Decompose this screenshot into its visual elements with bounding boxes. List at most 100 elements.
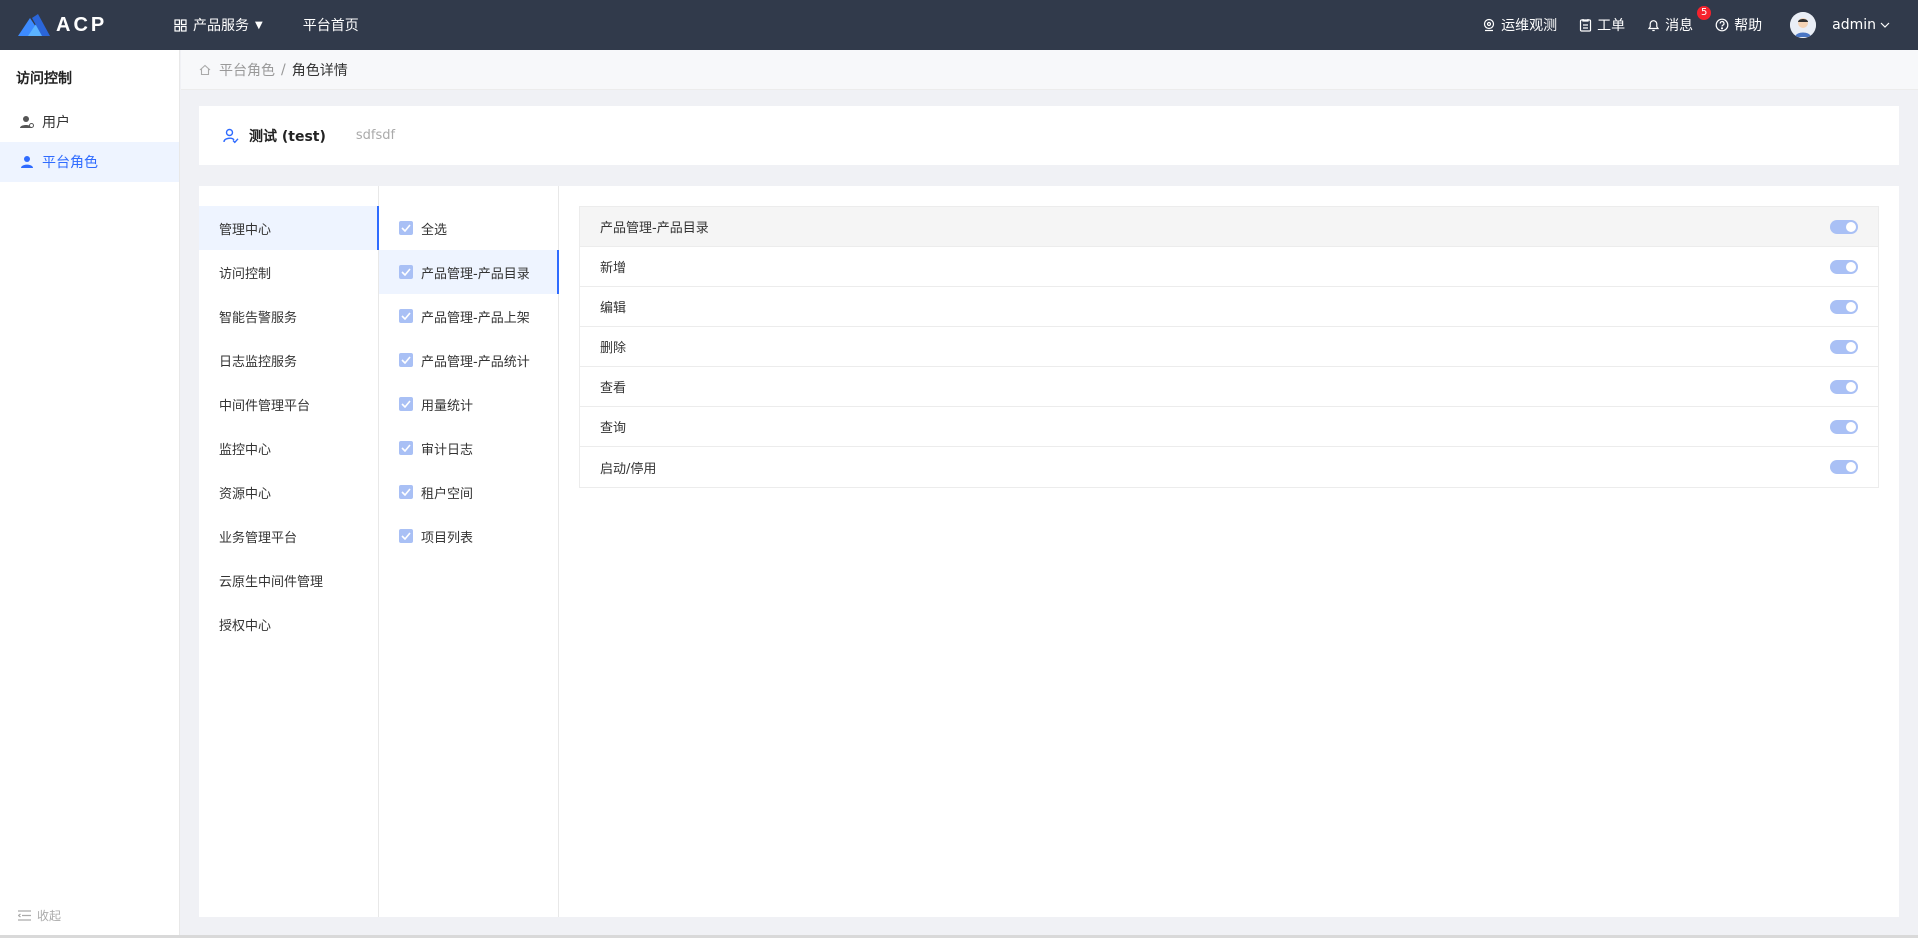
permission-label: 启动/停用 [600,461,657,477]
module-item[interactable]: 产品管理-产品上架 [379,294,558,338]
permission-row: 编辑 [580,287,1878,327]
module-label: 产品管理-产品统计 [421,354,530,370]
permission-toggle-all[interactable] [1830,219,1858,234]
bell-icon [1647,18,1660,32]
logo[interactable]: ACP [18,14,158,37]
messages-link[interactable]: 消息 5 [1647,6,1712,35]
question-circle-icon [1715,18,1729,32]
ticket-label: 工单 [1597,18,1626,34]
permission-header-row: 产品管理-产品目录 [580,207,1878,247]
permission-toggle[interactable] [1830,460,1858,474]
checkbox-checked-icon[interactable] [399,529,413,543]
module-label: 全选 [421,222,448,238]
sidebar-item-platform-roles-label: 平台角色 [42,155,98,171]
category-item[interactable]: 资源中心 [199,470,378,514]
user-avatar[interactable] [1790,12,1817,38]
permission-toggle[interactable] [1830,419,1858,434]
sidebar-item-users-label: 用户 [42,115,70,131]
logo-text: ACP [56,13,108,36]
breadcrumb-current: 角色详情 [291,62,348,79]
permission-row: 启动/停用 [580,447,1878,487]
sidebar-item-users[interactable]: 用户 [0,102,179,142]
module-label: 租户空间 [421,486,474,502]
module-item[interactable]: 产品管理-产品统计 [379,338,558,382]
top-navbar: ACP 产品服务 ▼ 平台首页 运维观测 工单 消息 5 帮助 admin [0,0,1918,50]
category-item[interactable]: 监控中心 [199,426,378,470]
permission-label: 编辑 [600,301,627,316]
module-label: 产品管理-产品上架 [421,310,530,326]
ops-observe-label: 运维观测 [1501,18,1558,34]
checkbox-checked-icon[interactable] [399,441,413,455]
nav-product-services[interactable]: 产品服务 ▼ [174,15,263,35]
category-item[interactable]: 访问控制 [199,250,378,294]
permission-detail: 产品管理-产品目录 新增 编辑 删除 查看 查询 启动/停用 [559,186,1899,917]
permission-label: 新增 [600,261,627,276]
module-item[interactable]: 产品管理-产品目录 [379,250,559,294]
logo-mark-icon [18,14,50,36]
ops-observe-link[interactable]: 运维观测 [1482,15,1557,35]
chevron-down-icon[interactable] [1880,19,1890,32]
breadcrumb: 平台角色 / 角色详情 [181,50,1918,90]
top-right-actions: 运维观测 工单 消息 5 帮助 admin [1460,6,1890,38]
messages-label: 消息 [1665,18,1694,34]
module-item[interactable]: 用量统计 [379,382,558,426]
category-item[interactable]: 管理中心 [199,206,379,250]
module-label: 审计日志 [421,442,474,458]
permission-label: 查看 [600,381,627,396]
permission-label: 删除 [600,341,627,356]
permission-toggle[interactable] [1830,339,1858,354]
module-item[interactable]: 租户空间 [379,470,558,514]
category-list: 管理中心 访问控制 智能告警服务 日志监控服务 中间件管理平台 监控中心 资源中… [199,186,379,917]
ticket-link[interactable]: 工单 [1579,15,1625,35]
permission-panel: 管理中心 访问控制 智能告警服务 日志监控服务 中间件管理平台 监控中心 资源中… [199,186,1899,917]
checkbox-checked-icon[interactable] [399,485,413,499]
nav-platform-home-label: 平台首页 [302,18,359,34]
messages-count-badge: 5 [1697,6,1712,20]
module-label: 用量统计 [421,398,474,414]
checkbox-checked-icon[interactable] [399,353,413,367]
category-item[interactable]: 智能告警服务 [199,294,378,338]
checkbox-checked-icon[interactable] [399,221,413,235]
checkbox-checked-icon[interactable] [399,397,413,411]
help-label: 帮助 [1734,18,1763,34]
permission-table: 产品管理-产品目录 新增 编辑 删除 查看 查询 启动/停用 [579,206,1879,488]
nav-platform-home[interactable]: 平台首页 [303,15,359,35]
clipboard-icon [1579,18,1592,32]
permission-toggle[interactable] [1830,299,1858,314]
home-icon[interactable] [199,64,211,76]
permission-row: 删除 [580,327,1878,367]
caret-down-icon: ▼ [255,19,263,31]
checkbox-checked-icon[interactable] [399,265,413,279]
permission-row: 查看 [580,367,1878,407]
module-item[interactable]: 项目列表 [379,514,558,558]
nav-product-services-label: 产品服务 [193,18,249,34]
category-item[interactable]: 授权中心 [199,602,378,646]
category-item[interactable]: 业务管理平台 [199,514,378,558]
breadcrumb-parent-link[interactable]: 平台角色 [219,60,275,80]
permission-toggle[interactable] [1830,259,1858,274]
sidebar: 访问控制 用户 平台角色 收起 [0,50,180,938]
sidebar-title: 访问控制 [16,71,72,87]
sidebar-item-platform-roles[interactable]: 平台角色 [0,142,179,182]
checkbox-checked-icon[interactable] [399,309,413,323]
user-role-icon [20,155,34,169]
permission-row: 新增 [580,247,1878,287]
permission-label: 查询 [600,421,627,436]
category-item[interactable]: 云原生中间件管理 [199,558,378,602]
permission-row: 查询 [580,407,1878,447]
role-header-card: 测试 (test) sdfsdf [199,106,1899,165]
user-check-icon [223,128,239,144]
permission-header-label: 产品管理-产品目录 [600,221,709,236]
breadcrumb-separator: / [281,61,286,78]
help-link[interactable]: 帮助 [1715,15,1762,35]
module-item-select-all[interactable]: 全选 [379,206,558,250]
user-name[interactable]: admin [1832,17,1876,33]
module-list: 全选 产品管理-产品目录 产品管理-产品上架 产品管理-产品统计 用量统计 审计… [379,186,559,917]
category-item[interactable]: 中间件管理平台 [199,382,378,426]
permission-toggle[interactable] [1830,379,1858,394]
module-label: 产品管理-产品目录 [421,266,530,282]
category-item[interactable]: 日志监控服务 [199,338,378,382]
role-description: sdfsdf [355,128,396,143]
sidebar-collapse-button[interactable]: 收起 [18,907,61,924]
module-item[interactable]: 审计日志 [379,426,558,470]
